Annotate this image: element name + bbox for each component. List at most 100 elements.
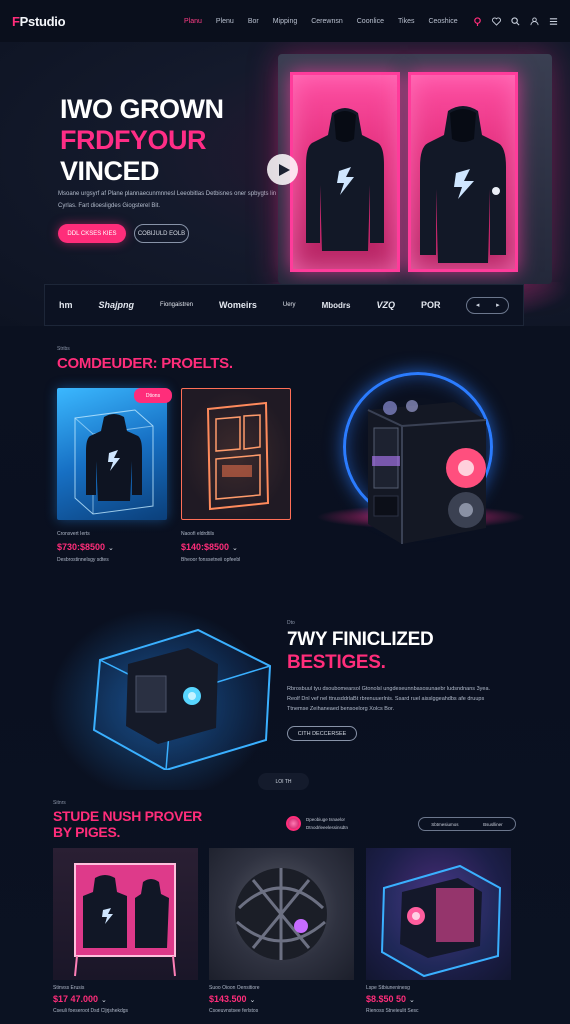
product-price: $140:$8500 ⌄ xyxy=(181,542,238,552)
chevron-down-icon[interactable]: ⌄ xyxy=(232,545,238,552)
hero-title-line3: VINCED xyxy=(60,156,160,186)
menu-item-3[interactable]: Mipping xyxy=(273,18,298,25)
price-value: $8.$50 50 xyxy=(366,994,407,1004)
brand-logo-3[interactable]: Womeirs xyxy=(219,300,257,310)
play-video-button[interactable] xyxy=(267,154,298,185)
pager-button[interactable]: LOI TH xyxy=(258,773,309,790)
pin-icon[interactable] xyxy=(472,16,482,26)
logo-mark: F xyxy=(12,13,20,29)
product-card-hoodie[interactable] xyxy=(57,388,167,520)
menu-item-6[interactable]: Tikes xyxy=(398,18,414,25)
glass-cube-pc-image xyxy=(92,628,272,770)
play-icon xyxy=(278,163,290,176)
product-card-sculpture[interactable] xyxy=(209,848,354,980)
section2-description: Rbrosbuul tyu dsoubomearsol Gtonolsl ung… xyxy=(287,686,491,712)
product-subtitle: Bheoor fonssetneii opfeebl xyxy=(181,557,241,563)
price-value: $143.500 xyxy=(209,994,247,1004)
chevron-left-icon[interactable]: ◂ xyxy=(476,301,480,309)
section2-title-line1: 7WY FINICLIZED xyxy=(287,629,434,650)
featured-title: COMDEUDER: PROELTS. xyxy=(57,355,233,372)
hoodie-image xyxy=(420,106,506,263)
menu-item-7[interactable]: Ceoshice xyxy=(428,18,457,25)
brand-logo-5[interactable]: Mbodrs xyxy=(322,301,351,310)
chevron-right-icon[interactable]: ▸ xyxy=(496,301,500,309)
menu-item-5[interactable]: Coonlice xyxy=(357,18,384,25)
product-price: $143.500 ⌄ xyxy=(209,994,255,1004)
product-meta: Lspe Stbiuneninesg xyxy=(366,985,410,991)
page: FPstudio Planu Plenu Bor Mipping Cerewns… xyxy=(0,0,570,1024)
logo[interactable]: FPstudio xyxy=(12,14,122,29)
brand-logo-6[interactable]: VZQ xyxy=(376,300,395,310)
cabinet-bay-left xyxy=(290,72,400,272)
hero-title-line1: IWO GROWN xyxy=(60,94,224,124)
section3-title-line2: BY PIGES. xyxy=(53,824,121,840)
logo-text: Pstudio xyxy=(19,13,66,29)
section2-button[interactable]: CITH DECCERSEE xyxy=(287,726,357,741)
hoodie-image xyxy=(86,414,142,501)
product-card-cabinet[interactable] xyxy=(181,388,291,520)
product-meta: Naoofi eldrdtils xyxy=(181,531,215,537)
brand-carousel-controls: ◂ ▸ xyxy=(466,296,509,314)
gaming-pc-image xyxy=(367,400,487,544)
wire-sphere-image xyxy=(235,868,327,960)
hero-secondary-button[interactable]: COBIJULD EOLB xyxy=(134,224,189,243)
section2-title-line2: BESTIGES. xyxy=(287,652,386,673)
tab-1[interactable]: Bsuslliner xyxy=(483,822,503,827)
section3-title-line1: STUDE NUSH PROVER xyxy=(53,808,202,824)
brand-logo-0[interactable]: hm xyxy=(59,300,73,310)
cabinet-bay-right xyxy=(408,72,518,272)
hoodie-image xyxy=(306,108,384,251)
product-subtitle: Desbrostinnelsgy sdtes xyxy=(57,557,109,563)
product-card-display[interactable] xyxy=(53,848,198,980)
brand-logo-4[interactable]: Uery xyxy=(283,302,296,308)
menu-item-0[interactable]: Planu xyxy=(184,18,202,25)
hero-title: IWO GROWN FRDFYOUR VINCED xyxy=(60,94,224,187)
price-value: $140:$8500 xyxy=(181,542,230,552)
chevron-down-icon[interactable]: ⌄ xyxy=(409,997,415,1004)
menu-icon[interactable] xyxy=(548,16,558,26)
avatar[interactable] xyxy=(286,816,301,831)
hero-primary-button[interactable]: DDL CKSES KIES xyxy=(58,224,126,243)
chevron-down-icon[interactable]: ⌄ xyxy=(250,997,256,1004)
neon-cube-pc-image xyxy=(380,864,502,978)
brand-logo-7[interactable]: POR xyxy=(421,300,441,310)
product-subtitle: Rienoss Stneieulit Sesc xyxy=(366,1008,419,1014)
top-nav: FPstudio Planu Plenu Bor Mipping Cerewns… xyxy=(0,0,570,42)
product-meta: Stinvss Erusis xyxy=(53,985,85,991)
section2-kicker: Dto xyxy=(287,620,295,626)
user-icon[interactable] xyxy=(529,16,539,26)
search-icon[interactable] xyxy=(510,16,520,26)
chevron-down-icon[interactable]: ⌄ xyxy=(108,545,114,552)
brand-logo-1[interactable]: Shajpng xyxy=(99,300,135,310)
product-meta: Cronsvert Ierts xyxy=(57,531,90,537)
brand-logo-2[interactable]: Fiongaistren xyxy=(160,302,193,308)
hero-title-line2: FRDFYOUR xyxy=(60,125,207,155)
featured-kicker: Stribs xyxy=(57,346,70,352)
chevron-down-icon[interactable]: ⌄ xyxy=(101,997,107,1004)
section3-tabs: Sbtmesiumos Bsuslliner xyxy=(418,817,516,831)
price-value: $730:$8500 xyxy=(57,542,106,552)
product-price: $730:$8500 ⌄ xyxy=(57,542,114,552)
menu-item-2[interactable]: Bor xyxy=(248,18,259,25)
product-tag-badge: Dtions xyxy=(134,388,172,403)
main-menu: Planu Plenu Bor Mipping Cerewnsn Coonlic… xyxy=(184,18,458,25)
brand-strip: hm Shajpng Fiongaistren Womeirs Uery Mbo… xyxy=(44,284,524,326)
product-meta: Suoo Oioon Oensitiore xyxy=(209,985,260,991)
section3-kicker: Sitnrs xyxy=(53,800,66,806)
nav-icons xyxy=(472,16,558,26)
menu-item-1[interactable]: Plenu xyxy=(216,18,234,25)
neon-display-hoodies-image xyxy=(74,863,176,977)
tab-0[interactable]: Sbtmesiumos xyxy=(431,822,458,827)
product-price: $8.$50 50 ⌄ xyxy=(366,994,415,1004)
product-subtitle: Cseuli foeseroot Dsd Cljrjshekdgs xyxy=(53,1008,129,1014)
author-role: Dtnodrleeelessinsdtn xyxy=(306,825,349,830)
author-name: Dpeobiuge tsnaelor xyxy=(306,817,346,822)
display-cabinet-image xyxy=(278,54,552,284)
product-price: $17 47.000 ⌄ xyxy=(53,994,107,1004)
hero-description: Msoane urgsyrf af Plane plannaecunmnnesl… xyxy=(58,191,277,209)
product-card-pc[interactable] xyxy=(366,848,511,980)
price-value: $17 47.000 xyxy=(53,994,99,1004)
menu-item-4[interactable]: Cerewnsn xyxy=(311,18,343,25)
heart-icon[interactable] xyxy=(491,16,501,26)
product-subtitle: Csoeuvnstsee ferlstos xyxy=(209,1008,259,1014)
